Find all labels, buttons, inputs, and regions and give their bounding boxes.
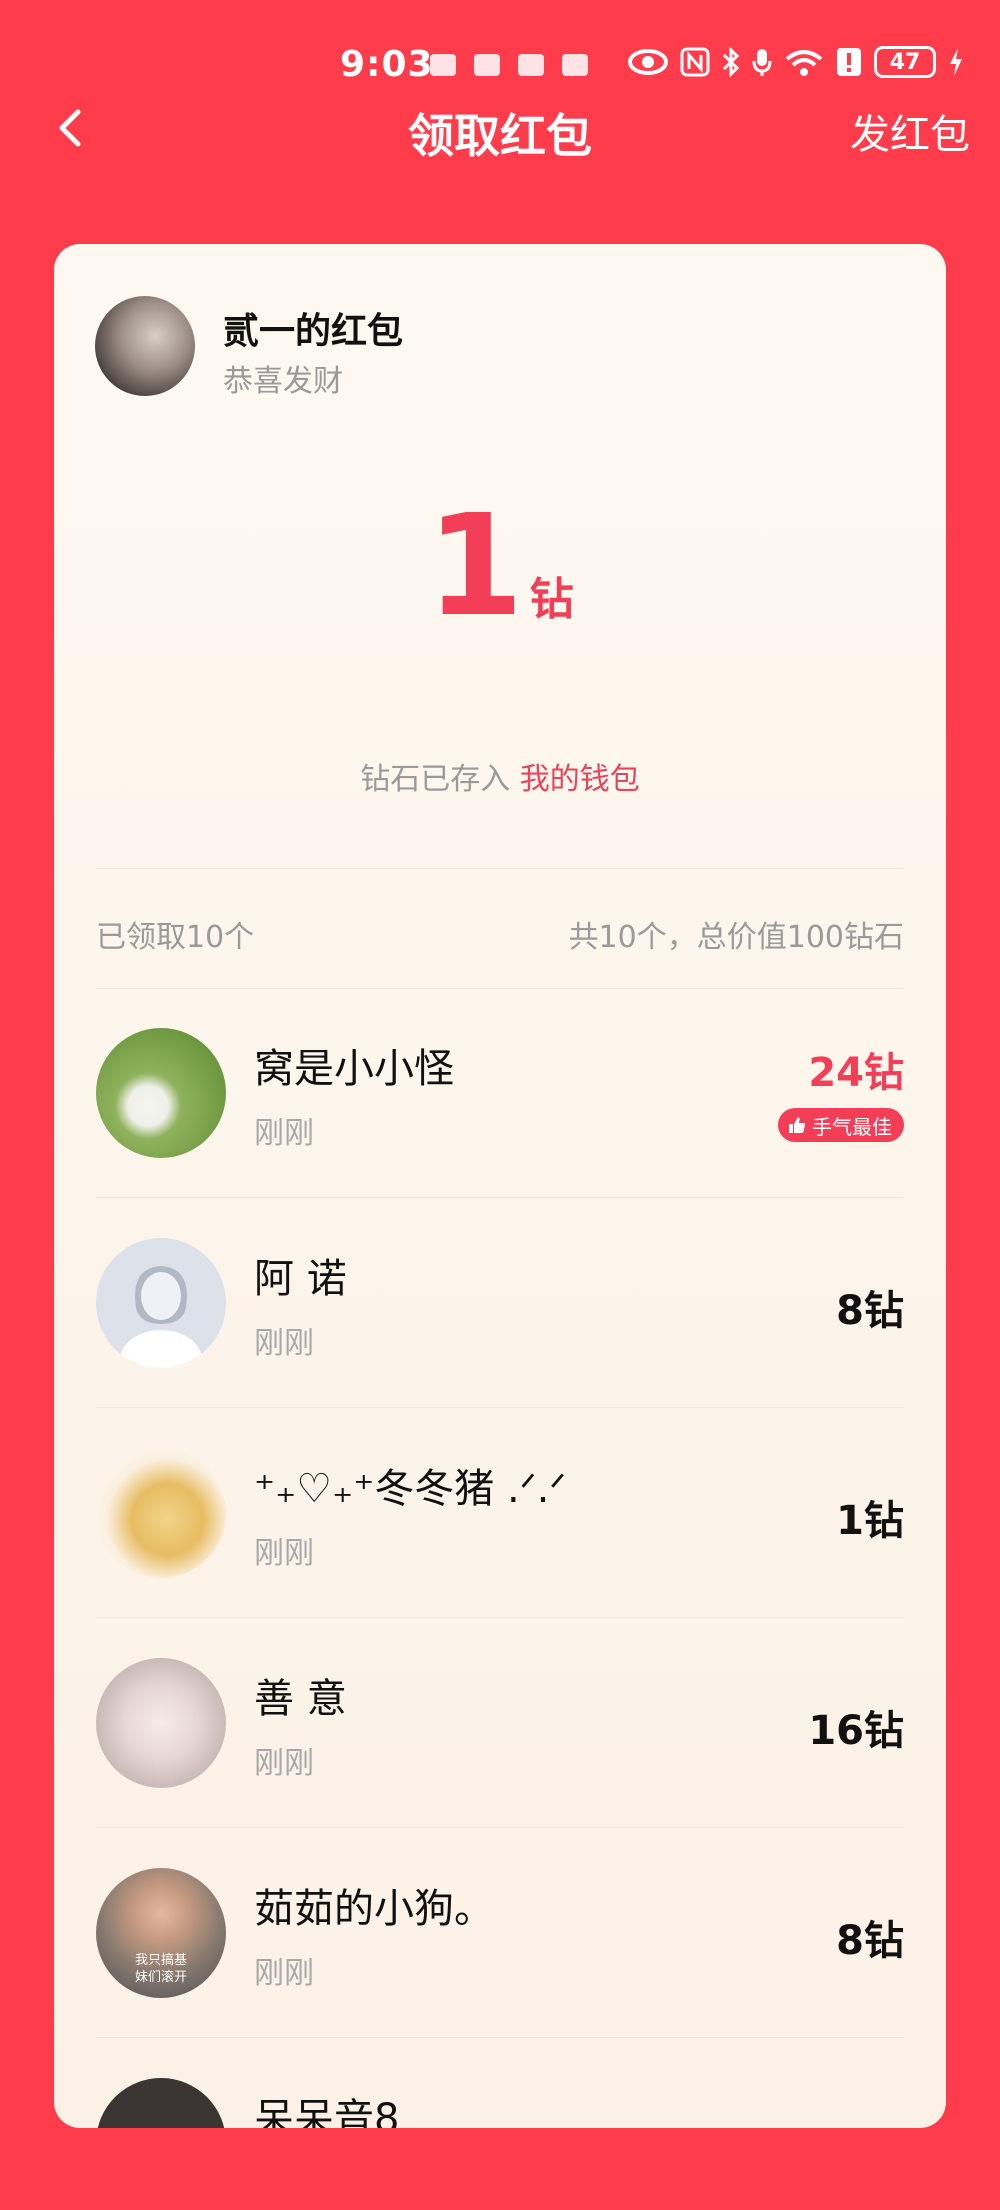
status-bar: 9:03 47 (0, 40, 1000, 90)
claimer-avatar[interactable]: 我只搞基 妹们滚开 (96, 1868, 226, 1998)
default-user-icon (118, 1266, 204, 1368)
app-notification-icon (518, 54, 544, 76)
claim-time: 刚刚 (254, 1536, 314, 1571)
received-amount: 1钻 (54, 492, 946, 642)
claim-amount: 8钻 (836, 1288, 904, 1334)
sender-info: 贰一的红包 恭喜发财 (95, 296, 895, 399)
app-notification-icon (474, 54, 500, 76)
claimer-name: 窝是小小怪 (254, 1046, 454, 1092)
claim-list-item[interactable]: 呆呆音8 (96, 2038, 904, 2128)
system-icons: 47 (628, 46, 964, 78)
best-luck-badge: 手气最佳 (778, 1108, 904, 1142)
amount-unit: 钻 (529, 574, 574, 625)
nfc-icon (680, 47, 710, 77)
red-packet-detail-page: 9:03 47 领取红包 发红包 贰一的红包 恭喜发财 1 钻 钻石已存入 我的… (0, 0, 1000, 2210)
divider (96, 868, 904, 869)
app-notification-icon (562, 54, 588, 76)
bottom-area (0, 2128, 1000, 2210)
sender-avatar[interactable] (95, 296, 195, 396)
claimer-name: 善 意 (254, 1676, 347, 1722)
claimer-name: ⁺₊♡₊⁺冬冬猪 .ᐟ.ᐟ (254, 1466, 567, 1512)
nav-bar: 领取红包 发红包 (0, 96, 1000, 163)
claim-time: 刚刚 (254, 1116, 314, 1151)
claim-time: 刚刚 (254, 1326, 314, 1361)
total-summary: 共10个，总价值100钻石 (568, 920, 904, 955)
status-time: 9:03 (340, 44, 434, 85)
claimer-avatar[interactable] (96, 1238, 226, 1368)
claim-time: 刚刚 (254, 1956, 314, 1991)
claim-amount: 8钻 (836, 1918, 904, 1964)
claimer-avatar[interactable] (96, 1028, 226, 1158)
wallet-note: 钻石已存入 我的钱包 (54, 754, 946, 798)
thumbs-up-icon (789, 1117, 806, 1133)
best-luck-label: 手气最佳 (812, 1114, 892, 1139)
claimer-name: 阿 诺 (254, 1256, 347, 1302)
avatar-caption: 我只搞基 妹们滚开 (134, 1953, 187, 1985)
claimer-name: 茹茹的小狗。 (254, 1886, 494, 1932)
claimer-avatar[interactable] (96, 1448, 226, 1578)
microphone-icon (752, 49, 772, 76)
amount-value: 1 (426, 485, 524, 648)
claim-list: 窝是小小怪 刚刚 24钻 手气最佳 阿 诺 刚刚 8钻 ⁺₊♡₊⁺冬冬猪 .ᐟ.… (96, 988, 904, 2128)
charging-icon (950, 48, 962, 76)
claim-time: 刚刚 (254, 1746, 314, 1781)
claim-amount: 24钻 (808, 1050, 904, 1096)
wallet-note-text: 钻石已存入 (360, 762, 520, 797)
notification-icons (430, 54, 588, 76)
eye-icon (628, 49, 668, 75)
app-notification-icon (430, 54, 456, 76)
wifi-icon (785, 50, 823, 76)
alert-icon (837, 48, 861, 76)
claim-amount: 16钻 (808, 1708, 904, 1754)
claim-list-item[interactable]: ⁺₊♡₊⁺冬冬猪 .ᐟ.ᐟ 刚刚 1钻 (96, 1408, 904, 1618)
claim-amount: 1钻 (836, 1498, 904, 1544)
red-packet-card: 贰一的红包 恭喜发财 1钻 钻石已存入 我的钱包 已领取10个 共10个，总价值… (54, 244, 946, 2128)
claim-list-item[interactable]: 窝是小小怪 刚刚 24钻 手气最佳 (96, 988, 904, 1198)
sender-blessing: 恭喜发财 (223, 364, 343, 399)
battery-indicator: 47 (874, 46, 936, 78)
send-red-packet-button[interactable]: 发红包 (850, 102, 970, 160)
claim-list-item[interactable]: 我只搞基 妹们滚开 茹茹的小狗。 刚刚 8钻 (96, 1828, 904, 2038)
my-wallet-link[interactable]: 我的钱包 (520, 762, 640, 797)
claimer-avatar[interactable] (96, 2078, 226, 2128)
claimer-name: 呆呆音8 (254, 2096, 400, 2128)
sender-name: 贰一的红包 (223, 311, 404, 352)
claim-summary: 已领取10个 共10个，总价值100钻石 (96, 912, 904, 955)
claimer-avatar[interactable] (96, 1658, 226, 1788)
bluetooth-icon (722, 47, 740, 77)
claim-list-item[interactable]: 阿 诺 刚刚 8钻 (96, 1198, 904, 1408)
claimed-count: 已领取10个 (96, 920, 255, 955)
claim-list-item[interactable]: 善 意 刚刚 16钻 (96, 1618, 904, 1828)
